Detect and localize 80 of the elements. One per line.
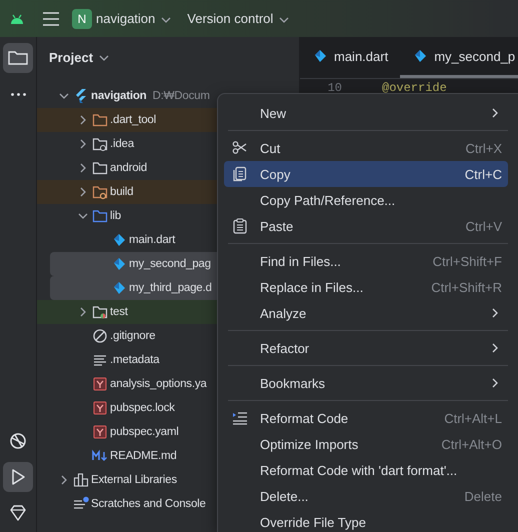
tree-row-highlight[interactable]: build [37, 180, 217, 204]
prohibited-icon [92, 328, 108, 344]
android-icon [10, 12, 24, 24]
tree-row-highlight[interactable]: my_second_pag [50, 252, 217, 276]
scissors-icon [232, 140, 248, 156]
project-view-dropdown[interactable]: Project [49, 50, 110, 64]
tool-window-button[interactable] [3, 462, 33, 492]
project-path: D:₩Docum [152, 90, 210, 102]
line-number: 10 [326, 81, 343, 95]
menu-icon[interactable] [42, 10, 60, 26]
tree-item-label[interactable]: README.md [110, 450, 177, 462]
tree-row-highlight[interactable]: test [37, 300, 217, 324]
tree-item-label[interactable]: .idea [110, 138, 134, 150]
menu-item[interactable]: Refactor [224, 335, 508, 361]
shortcut-label: Ctrl+Shift+R [431, 280, 502, 294]
tree-row-highlight[interactable]: .dart_tool [37, 108, 217, 132]
tree-item-label[interactable]: .gitignore [110, 330, 156, 342]
more-icon [10, 92, 26, 96]
tree-item-label[interactable]: main.dart [129, 234, 176, 246]
shortcut-label: Ctrl+V [466, 218, 502, 234]
tree-item-label[interactable]: my_second_pag [129, 258, 211, 270]
indent-lines-icon [232, 410, 248, 426]
shortcut-label: Ctrl+C [464, 166, 502, 182]
tree-item-label[interactable]: External Libraries [91, 474, 177, 486]
menu-item[interactable]: Bookmarks [224, 370, 508, 396]
tree-item-label[interactable]: navigation [91, 90, 147, 102]
tree-row-highlight[interactable]: my_third_page.d [50, 276, 217, 300]
yaml-icon [92, 376, 108, 392]
menu-item[interactable]: Override File Type [224, 509, 508, 532]
dart-icon [111, 232, 127, 248]
shortcut-label: Ctrl+Alt+L [444, 410, 502, 426]
tree-item-label[interactable]: test [110, 306, 128, 318]
tree-item-label[interactable]: build [110, 186, 134, 198]
project-badge: N [72, 8, 92, 28]
folder-gear-icon [92, 136, 108, 152]
menu-item[interactable]: Delete... Delete [224, 483, 508, 509]
bar-chart-icon [73, 472, 89, 488]
tree-item-label[interactable]: my_third_page.d [129, 282, 212, 294]
folder-icon [92, 160, 108, 176]
menu-item[interactable]: New [224, 100, 508, 126]
tree-item-label[interactable]: pubspec.yaml [110, 426, 179, 438]
dart-icon [111, 256, 127, 272]
yaml-icon [92, 424, 108, 440]
menu-item[interactable]: Copy Path/Reference... [224, 187, 508, 213]
dart-icon [412, 48, 428, 64]
copy-icon [232, 166, 248, 182]
tree-item-label[interactable]: .dart_tool [110, 114, 156, 126]
tree-item-label[interactable]: pubspec.lock [110, 402, 175, 414]
tree-item-label[interactable]: analysis_options.ya [110, 378, 207, 390]
menu-item[interactable]: Cut Ctrl+X [224, 135, 508, 161]
menu-item[interactable]: Replace in Files... Ctrl+Shift+R [224, 274, 508, 300]
editor-tab[interactable]: main.dart [300, 37, 400, 78]
folder-icon [92, 208, 108, 224]
folder-gear-icon [92, 184, 108, 200]
menu-item[interactable]: Find in Files... Ctrl+Shift+F [224, 248, 508, 274]
clipboard-icon [232, 218, 248, 234]
version-control-dropdown[interactable]: Version control [183, 8, 294, 29]
project-switcher[interactable]: navigation [92, 8, 176, 29]
shortcut-label: Ctrl+Alt+O [441, 436, 502, 452]
editor-tab[interactable]: my_second_p [400, 37, 518, 78]
folder-icon [92, 112, 108, 128]
menu-item[interactable]: Optimize Imports Ctrl+Alt+O [224, 431, 508, 457]
tool-window-button[interactable] [3, 43, 33, 73]
shortcut-label: Ctrl+Shift+F [432, 254, 502, 268]
code-line: @override [382, 81, 447, 95]
dart-icon [312, 48, 328, 64]
menu-item[interactable]: Copy Ctrl+C [224, 161, 508, 187]
tree-item-label[interactable]: .metadata [110, 354, 160, 366]
menu-item[interactable]: Paste Ctrl+V [224, 213, 508, 239]
menu-item[interactable]: Reformat Code Ctrl+Alt+L [224, 405, 508, 431]
folder-icon [92, 304, 108, 320]
yaml-icon [92, 400, 108, 416]
menu-item[interactable]: Analyze [224, 300, 508, 326]
tree-item-label[interactable]: lib [110, 210, 121, 222]
menu-item[interactable]: Reformat Code with 'dart format'... [224, 457, 508, 483]
shortcut-label: Ctrl+X [466, 140, 502, 156]
dart-icon [111, 280, 127, 296]
tree-item-label[interactable]: Scratches and Console [91, 498, 206, 510]
shortcut-label: Delete [464, 488, 502, 504]
tree-item-label[interactable]: android [110, 162, 147, 174]
